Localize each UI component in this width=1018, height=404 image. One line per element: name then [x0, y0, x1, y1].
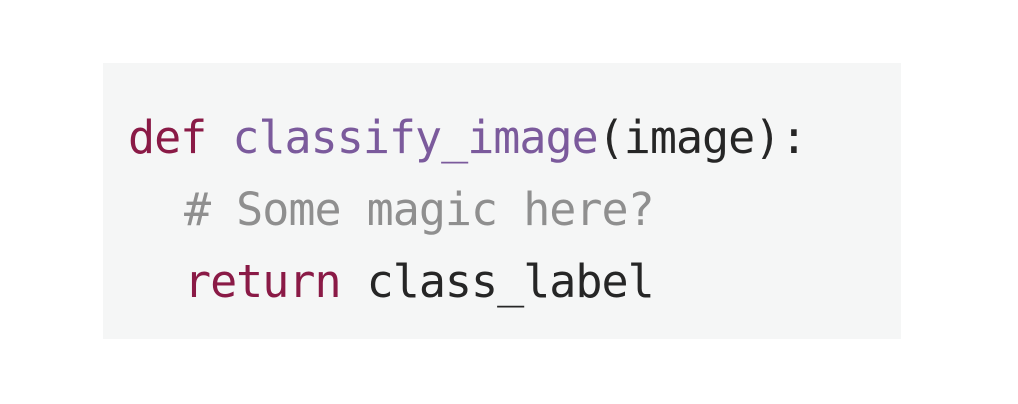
- code-line-def: def classify_image(image):: [128, 102, 901, 174]
- keyword-return: return: [184, 255, 342, 308]
- code-line-comment: # Some magic here?: [128, 174, 901, 246]
- function-signature: (image):: [597, 111, 808, 164]
- code-line-return: return class_label: [128, 246, 901, 318]
- code-comment: # Some magic here?: [184, 183, 655, 236]
- keyword-def: def: [128, 111, 207, 164]
- function-name: classify_image: [232, 111, 598, 164]
- code-block: def classify_image(image): # Some magic …: [103, 63, 901, 339]
- return-value: class_label: [366, 255, 655, 308]
